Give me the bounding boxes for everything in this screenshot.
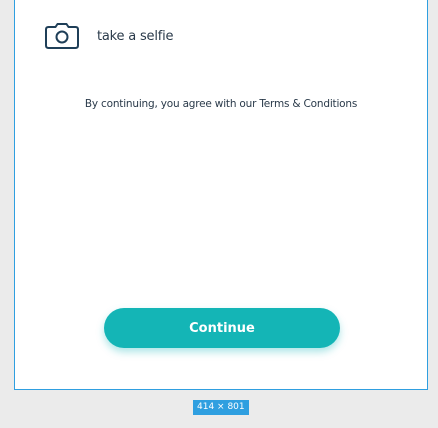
terms-link[interactable]: Terms & Conditions [259,98,357,110]
terms-prefix: By continuing, you agree with our [84,98,260,110]
phone-frame: take a selfie By continuing, you agree w… [14,0,428,390]
continue-button[interactable]: Continue [104,308,340,348]
take-selfie-label: take a selfie [97,28,174,44]
terms-notice: By continuing, you agree with our Terms … [15,98,427,110]
camera-icon [45,23,79,49]
take-selfie-option[interactable]: take a selfie [45,23,174,49]
frame-size-badge: 414 × 801 [193,400,249,415]
